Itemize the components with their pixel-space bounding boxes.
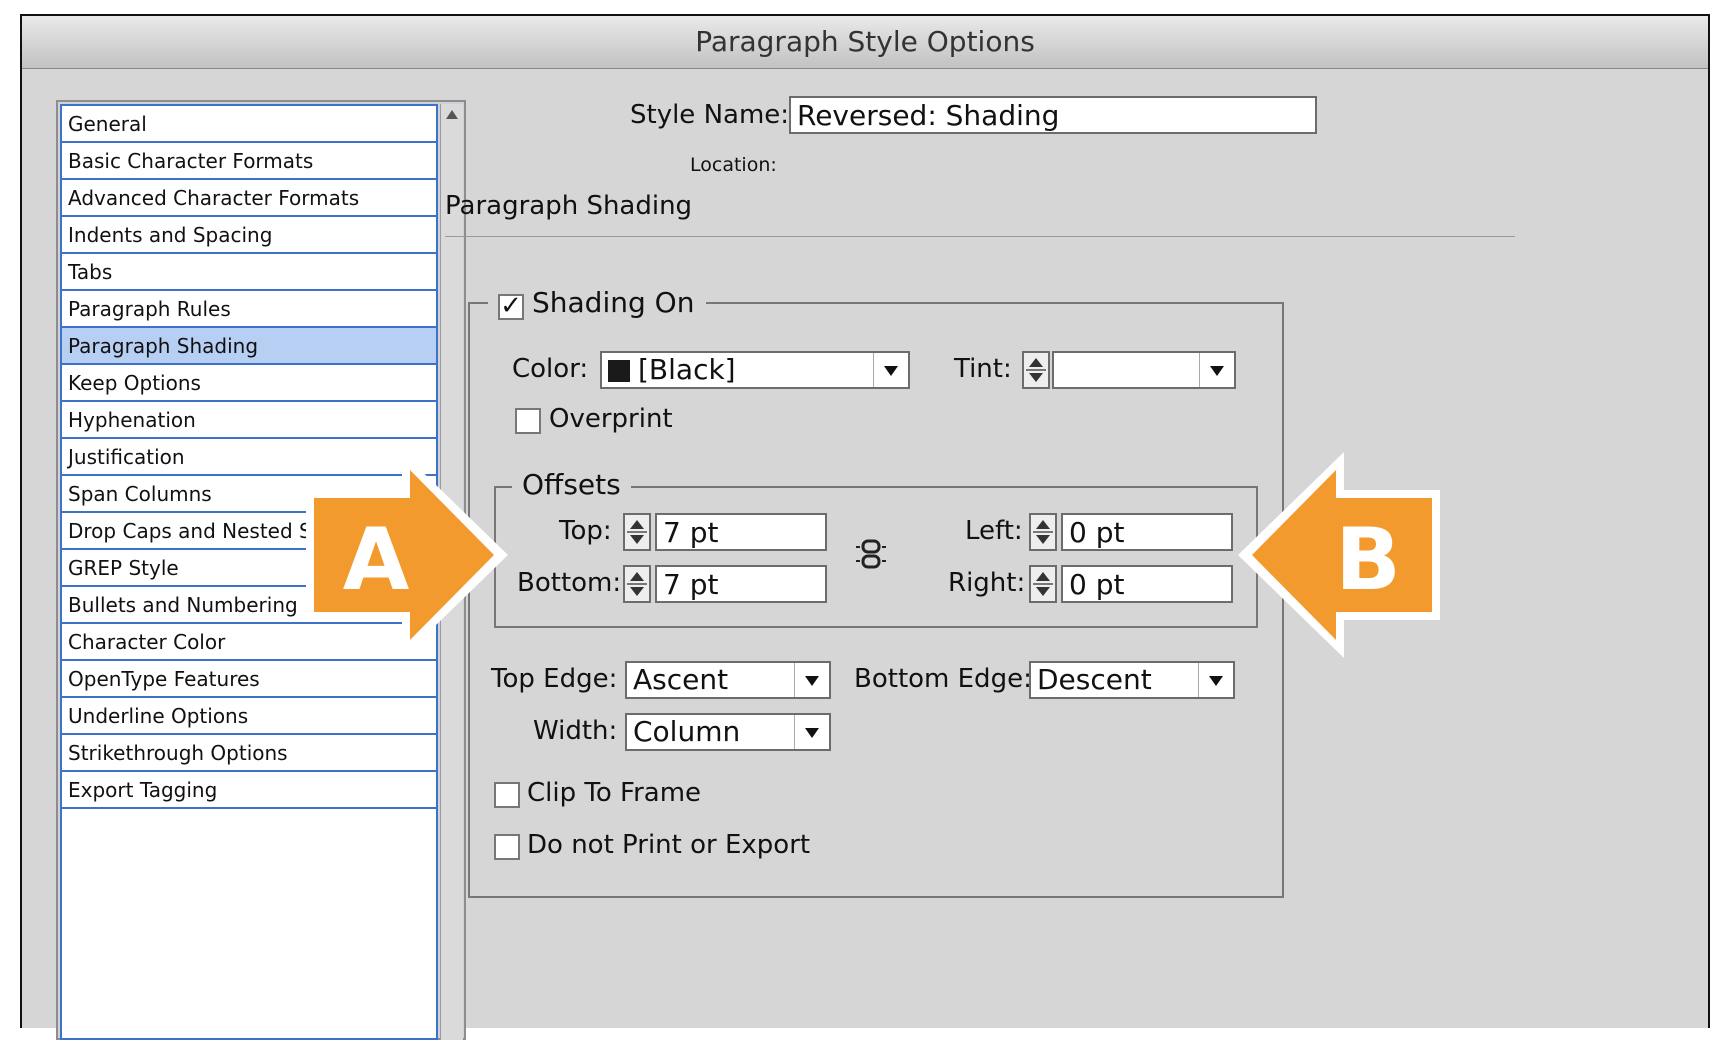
sidebar-item-hyphenation[interactable]: Hyphenation <box>62 402 436 439</box>
tint-label: Tint: <box>954 354 1012 384</box>
chevron-down-icon[interactable] <box>794 715 829 749</box>
callout-b-label: B <box>1335 510 1401 610</box>
right-offset-input[interactable]: 0 pt <box>1061 565 1233 603</box>
step-down-icon[interactable] <box>630 587 644 596</box>
step-up-icon[interactable] <box>1036 572 1050 581</box>
tint-stepper[interactable] <box>1022 351 1050 389</box>
overprint-checkbox[interactable] <box>515 408 541 434</box>
section-title: Paragraph Shading <box>445 191 693 221</box>
sidebar-item-basic-character-formats[interactable]: Basic Character Formats <box>62 143 436 180</box>
top-offset-label: Top: <box>559 516 612 546</box>
shading-on-label: Shading On <box>532 286 695 319</box>
location-label: Location: <box>690 154 777 176</box>
width-label: Width: <box>533 716 618 746</box>
chevron-down-icon[interactable] <box>1199 353 1234 387</box>
sidebar-item-general[interactable]: General <box>62 106 436 143</box>
top-offset-stepper[interactable] <box>623 513 651 551</box>
shading-on-checkbox[interactable]: ✓ <box>498 291 524 321</box>
checkmark-icon: ✓ <box>500 291 522 321</box>
style-name-label: Style Name: <box>630 100 790 130</box>
sidebar-item-paragraph-shading[interactable]: Paragraph Shading <box>62 328 436 365</box>
sidebar-item-tabs[interactable]: Tabs <box>62 254 436 291</box>
left-offset-stepper[interactable] <box>1029 513 1057 551</box>
sidebar-item-export-tagging[interactable]: Export Tagging <box>62 772 436 809</box>
sidebar-item-opentype-features[interactable]: OpenType Features <box>62 661 436 698</box>
bottom-offset-stepper[interactable] <box>623 565 651 603</box>
right-offset-stepper[interactable] <box>1029 565 1057 603</box>
scroll-up-icon[interactable] <box>446 110 458 119</box>
color-label: Color: <box>512 354 589 384</box>
do-not-print-label: Do not Print or Export <box>527 830 811 860</box>
width-dropdown[interactable]: Column <box>625 713 831 751</box>
color-dropdown[interactable]: [Black] <box>600 351 910 389</box>
chevron-down-icon[interactable] <box>1198 663 1233 697</box>
color-swatch <box>608 360 630 382</box>
overprint-label: Overprint <box>549 404 673 434</box>
sidebar-item-strikethrough-options[interactable]: Strikethrough Options <box>62 735 436 772</box>
step-up-icon[interactable] <box>630 572 644 581</box>
step-up-icon[interactable] <box>1036 520 1050 529</box>
left-offset-input[interactable]: 0 pt <box>1061 513 1233 551</box>
color-value: [Black] <box>638 353 736 386</box>
chevron-down-icon[interactable] <box>873 353 908 387</box>
step-down-icon[interactable] <box>630 535 644 544</box>
top-edge-value: Ascent <box>633 663 729 696</box>
sidebar-item-paragraph-rules[interactable]: Paragraph Rules <box>62 291 436 328</box>
offsets-legend: Offsets <box>512 468 631 501</box>
sidebar-item-advanced-character-formats[interactable]: Advanced Character Formats <box>62 180 436 217</box>
sidebar-item-underline-options[interactable]: Underline Options <box>62 698 436 735</box>
tint-dropdown[interactable] <box>1052 351 1236 389</box>
left-offset-label: Left: <box>965 516 1023 546</box>
bottom-offset-label: Bottom: <box>517 568 622 598</box>
bottom-edge-dropdown[interactable]: Descent <box>1029 661 1235 699</box>
width-value: Column <box>633 715 741 748</box>
sidebar-item-indents-and-spacing[interactable]: Indents and Spacing <box>62 217 436 254</box>
step-up-icon[interactable] <box>1029 358 1043 367</box>
style-name-input[interactable]: Reversed: Shading <box>789 96 1317 134</box>
step-up-icon[interactable] <box>630 520 644 529</box>
section-divider <box>445 236 1515 237</box>
window-title: Paragraph Style Options <box>22 16 1708 69</box>
top-edge-dropdown[interactable]: Ascent <box>625 661 831 699</box>
top-edge-label: Top Edge: <box>491 664 618 694</box>
bottom-offset-input[interactable]: 7 pt <box>655 565 827 603</box>
step-down-icon[interactable] <box>1036 535 1050 544</box>
bottom-edge-label: Bottom Edge: <box>854 664 1032 694</box>
clip-to-frame-label: Clip To Frame <box>527 778 702 808</box>
step-down-icon[interactable] <box>1036 587 1050 596</box>
chain-link-icon[interactable] <box>854 539 888 569</box>
dialog-window: Paragraph Style Options General Basic Cha… <box>20 14 1710 1040</box>
chevron-down-icon[interactable] <box>794 663 829 697</box>
bottom-edge-value: Descent <box>1037 663 1152 696</box>
clip-to-frame-checkbox[interactable] <box>494 782 520 808</box>
step-down-icon[interactable] <box>1029 373 1043 382</box>
top-offset-input[interactable]: 7 pt <box>655 513 827 551</box>
do-not-print-checkbox[interactable] <box>494 834 520 860</box>
sidebar-item-keep-options[interactable]: Keep Options <box>62 365 436 402</box>
callout-a-label: A <box>342 510 410 610</box>
right-offset-label: Right: <box>948 568 1026 598</box>
shading-on-legend: ✓ Shading On <box>488 286 707 322</box>
